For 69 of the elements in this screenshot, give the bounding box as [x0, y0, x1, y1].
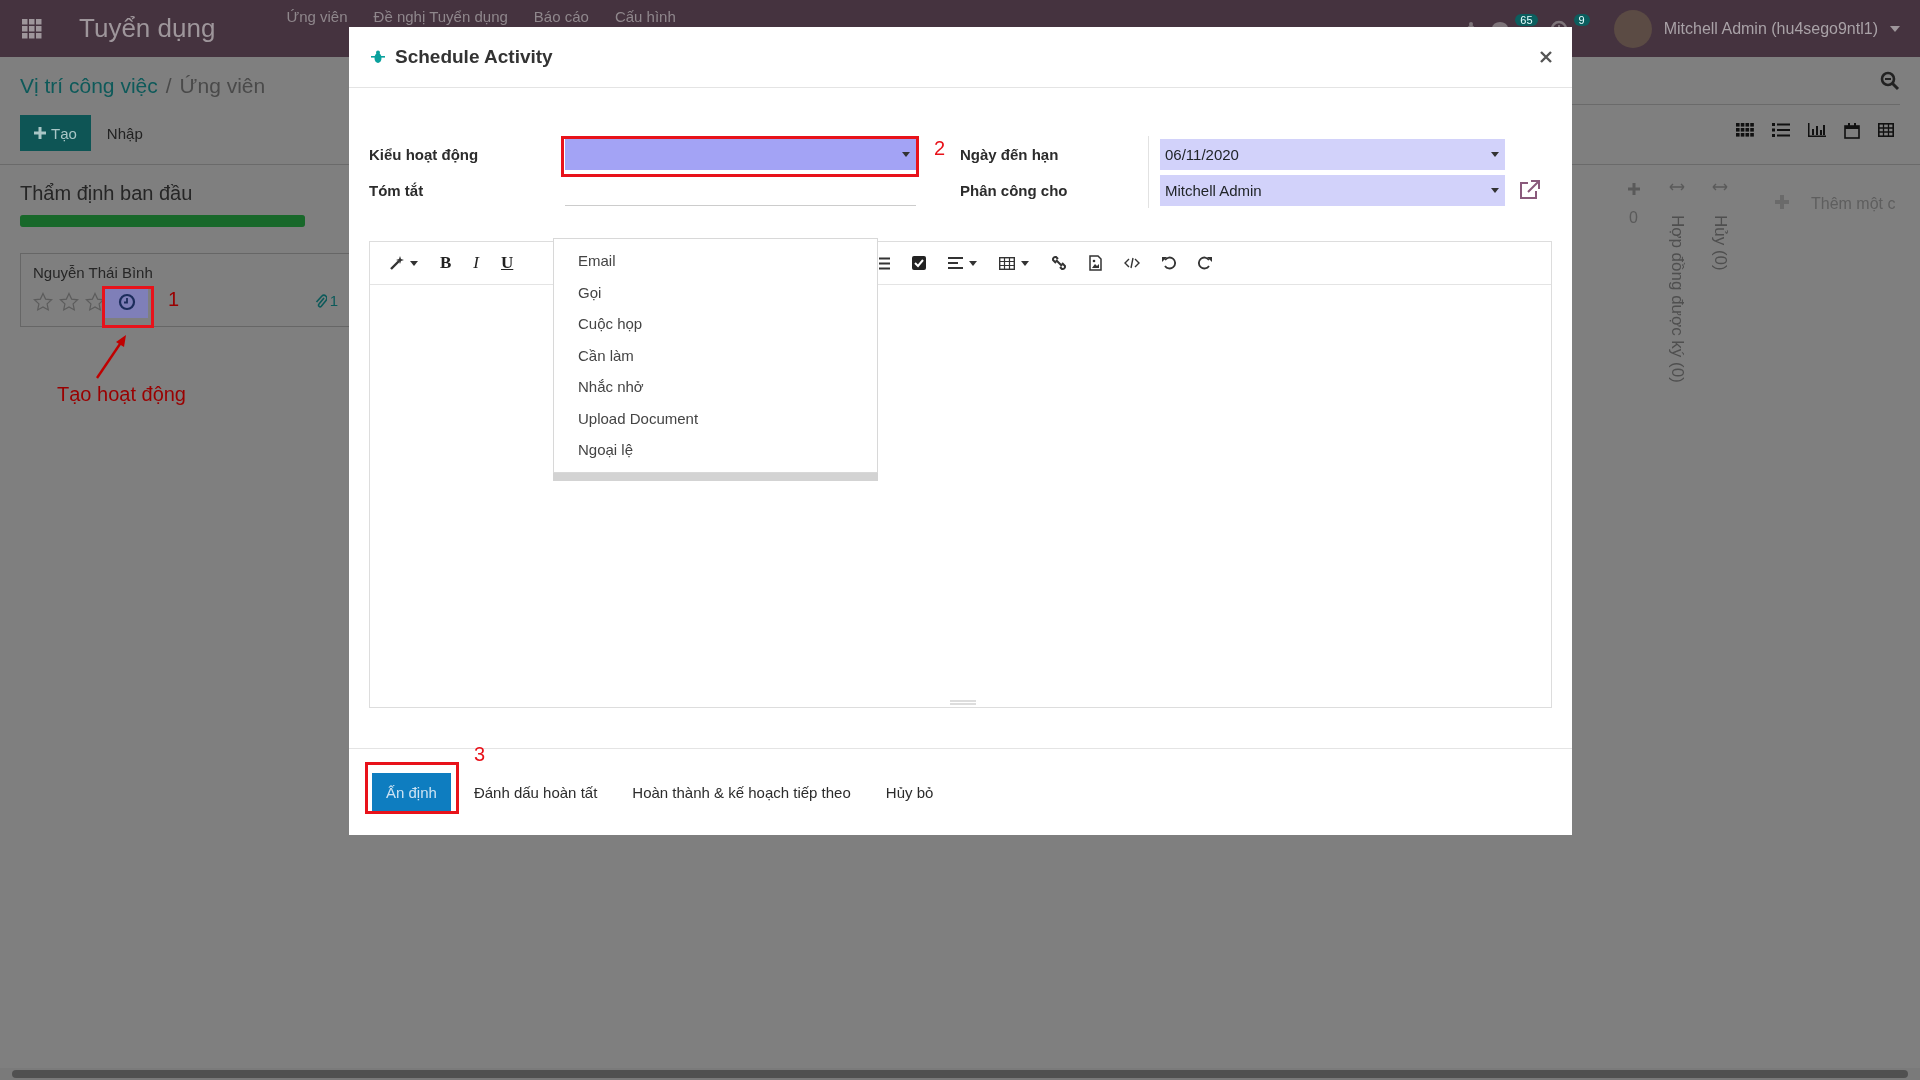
import-button[interactable]: Nhập	[106, 124, 143, 142]
caret-icon[interactable]	[410, 260, 418, 266]
dropdown-option[interactable]: Gọi	[554, 276, 877, 308]
image-icon[interactable]	[1089, 255, 1103, 271]
dialog-button[interactable]: Hoàn thành & kế hoạch tiếp theo	[620, 783, 863, 801]
undo-icon[interactable]	[1162, 256, 1177, 270]
plus-icon	[34, 127, 46, 139]
dropdown-option[interactable]: Cuộc họp	[554, 308, 877, 340]
code-icon[interactable]	[1124, 257, 1141, 269]
format-button[interactable]: I	[473, 253, 479, 273]
align-left-icon[interactable]	[948, 257, 964, 269]
dropdown-option[interactable]: Ngoại lệ	[554, 434, 877, 466]
table-icon[interactable]	[999, 256, 1016, 270]
list-view-icon[interactable]	[1772, 123, 1790, 137]
field-label: Ngày đến hạn	[960, 145, 1060, 163]
horizontal-scrollbar[interactable]	[12, 1070, 1908, 1078]
schedule-button[interactable]: Ấn định	[372, 773, 451, 811]
format-button[interactable]: B	[440, 253, 452, 273]
step-number: 2	[934, 138, 946, 158]
graph-view-icon[interactable]	[1808, 123, 1826, 137]
dialog-title: Schedule Activity	[395, 46, 553, 68]
step-number: 1	[168, 289, 180, 309]
caret-icon[interactable]	[902, 151, 910, 157]
dialog-button[interactable]: Hủy bỏ	[873, 783, 946, 801]
dropdown-option[interactable]: Cần làm	[554, 339, 877, 371]
calendar-view-icon[interactable]	[1844, 123, 1860, 139]
field-label: Kiểu hoạt động	[369, 145, 480, 163]
dropdown-option[interactable]: Email	[554, 245, 877, 277]
search-icon[interactable]	[1880, 70, 1900, 91]
field-label: Phân công cho	[960, 181, 1069, 199]
link-icon[interactable]	[1051, 255, 1068, 271]
bug-icon	[371, 50, 385, 64]
dialog-button[interactable]: Đánh dấu hoàn tất	[461, 783, 610, 801]
annotation-caption: Tạo hoạt động	[57, 383, 186, 406]
applicant-name: Nguyễn Thái Bình	[33, 264, 154, 281]
field-label: Tóm tắt	[369, 181, 425, 199]
paperclip-icon	[314, 293, 327, 308]
step-number: 3	[474, 744, 486, 764]
format-button[interactable]: U	[501, 253, 514, 273]
create-button[interactable]: Tạo	[20, 115, 91, 151]
caret-icon[interactable]	[1491, 187, 1499, 193]
user-name[interactable]: Mitchell Admin (hu4sego9ntl1)	[1663, 19, 1878, 38]
checkbox-icon[interactable]	[912, 256, 927, 270]
caret-icon[interactable]	[1021, 260, 1030, 266]
attachment-count: 1	[329, 292, 338, 309]
magic-wand-icon[interactable]	[390, 256, 404, 270]
star-icon[interactable]	[85, 292, 105, 312]
breadcrumb-separator: /	[165, 74, 172, 97]
dropdown-option[interactable]: Nhắc nhở	[554, 371, 877, 403]
app-grid-icon[interactable]	[22, 18, 42, 39]
caret-icon[interactable]	[1491, 151, 1499, 157]
highlight-frame	[102, 286, 154, 328]
caret-icon[interactable]	[969, 260, 978, 266]
assignee-select[interactable]: Mitchell Admin	[1160, 174, 1505, 206]
kanban-view-icon[interactable]	[1736, 123, 1754, 137]
pivot-view-icon[interactable]	[1878, 123, 1894, 137]
message-count-badge: 65	[1515, 13, 1538, 26]
close-icon[interactable]	[1540, 51, 1552, 63]
clock-icon	[117, 293, 136, 311]
column-title: Thẩm định ban đầu	[20, 182, 194, 205]
redo-icon[interactable]	[1198, 256, 1213, 270]
activity-count-badge: 9	[1573, 13, 1590, 26]
external-link-icon[interactable]	[1519, 180, 1541, 200]
star-icon[interactable]	[33, 292, 53, 312]
app-title: Tuyển dụng	[79, 13, 216, 44]
resize-handle[interactable]	[950, 700, 976, 705]
dropdown-option[interactable]: Upload Document	[554, 402, 877, 434]
star-icon[interactable]	[59, 292, 79, 312]
due-date-field[interactable]: 06/11/2020	[1160, 138, 1505, 170]
